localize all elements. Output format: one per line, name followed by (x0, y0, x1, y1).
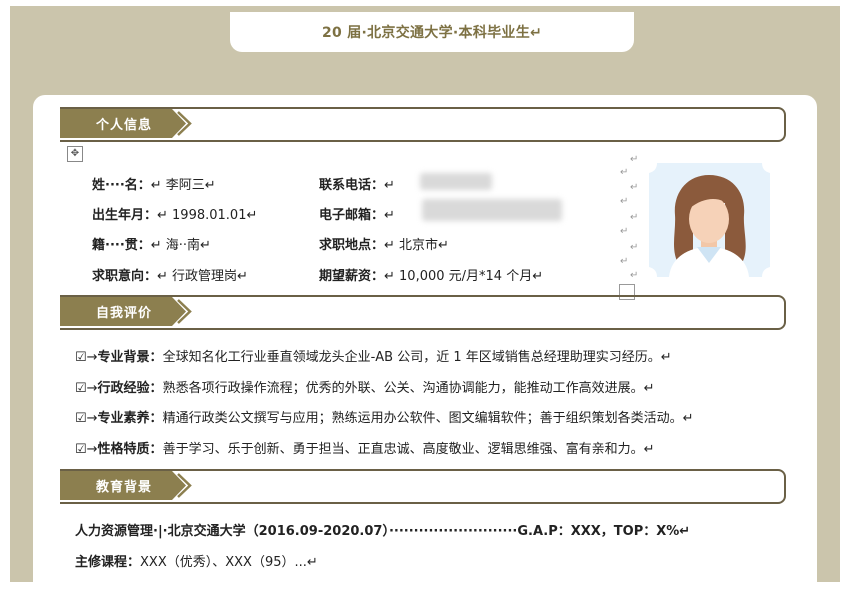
self-eval-label: 行政经验： (97, 381, 163, 396)
checkbox-arrow-icon: ☑→ (75, 350, 98, 365)
section-title-self-eval: 自我评价 (96, 306, 153, 321)
redacted-email (422, 199, 562, 221)
native-value: ↵ 海··南↵ (150, 238, 211, 253)
info-salary: 期望薪资：↵ 10,000 元/月*14 个月↵ (319, 265, 543, 284)
self-eval-label: 专业背景： (97, 350, 163, 365)
self-eval-label: 性格特质： (97, 442, 163, 457)
self-eval-label: 专业素养： (97, 411, 163, 426)
self-eval-text: 熟悉各项行政操作流程；优秀的外联、公关、沟通协调能力，能推动工作高效进展。↵ (162, 381, 655, 396)
self-eval-text: 精通行政类公文撰写与应用；熟练运用办公软件、图文编辑软件；善于组织策划各类活动。… (162, 411, 694, 426)
avatar-photo[interactable] (649, 163, 770, 277)
header-banner: 20 届·北京交通大学·本科毕业生↵ (230, 12, 634, 52)
section-personal-info: 个人信息 (60, 107, 788, 145)
paragraph-mark: ↵ (630, 154, 639, 165)
intent-value: ↵ 行政管理岗↵ (157, 269, 248, 284)
section-education: 教育背景 (60, 469, 788, 507)
birth-value: ↵ 1998.01.01↵ (157, 208, 258, 223)
paragraph-mark: ↵ (620, 226, 629, 237)
education-line: 人力资源管理·|·北京交通大学（2016.09-2020.07）········… (75, 524, 691, 539)
self-eval-text: 全球知名化工行业垂直领域龙头企业-AB 公司，近 1 年区域销售总经理助理实习经… (162, 350, 672, 365)
checkbox-arrow-icon: ☑→ (75, 442, 98, 457)
checkbox-arrow-icon: ☑→ (75, 411, 98, 426)
email-value: ↵ (384, 208, 395, 223)
courses-text: XXX（优秀）、XXX（95）...↵ (140, 555, 318, 570)
birth-label: 出生年月： (92, 208, 158, 223)
self-eval-item: ☑→专业素养：精通行政类公文撰写与应用；熟练运用办公软件、图文编辑软件；善于组织… (75, 407, 693, 426)
name-value: ↵ 李阿三↵ (150, 178, 216, 193)
page-title: 20 届·北京交通大学·本科毕业生↵ (321, 25, 543, 41)
courses-line: 主修课程：XXX（优秀）、XXX（95）...↵ (75, 551, 318, 570)
info-intent: 求职意向：↵ 行政管理岗↵ (92, 265, 248, 284)
checkbox-arrow-icon: ☑→ (75, 381, 98, 396)
paragraph-mark: ↵ (620, 196, 629, 207)
paragraph-mark: ↵ (630, 212, 639, 223)
phone-label: 联系电话： (319, 178, 385, 193)
avatar-icon (649, 163, 770, 277)
paragraph-mark: ↵ (630, 182, 639, 193)
move-anchor-icon[interactable]: ✥ (67, 146, 83, 162)
phone-value: ↵ (384, 178, 395, 193)
self-eval-item: ☑→行政经验：熟悉各项行政操作流程；优秀的外联、公关、沟通协调能力，能推动工作高… (75, 377, 654, 396)
info-name: 姓····名：↵ 李阿三↵ (92, 174, 216, 193)
redacted-phone (420, 173, 492, 190)
section-tab: 个人信息 (60, 109, 200, 138)
section-title-education: 教育背景 (96, 480, 153, 495)
paragraph-mark: ↵ (630, 242, 639, 253)
section-self-eval: 自我评价 (60, 295, 788, 333)
intent-label: 求职意向： (92, 269, 158, 284)
paragraph-mark: ↵ (620, 256, 629, 267)
section-tab: 自我评价 (60, 297, 200, 326)
location-value: ↵ 北京市↵ (384, 238, 449, 253)
info-location: 求职地点：↵ 北京市↵ (319, 234, 449, 253)
section-title-personal: 个人信息 (96, 118, 153, 133)
location-label: 求职地点： (319, 238, 385, 253)
email-label: 电子邮箱： (319, 208, 385, 223)
native-label: 籍····贯： (92, 238, 151, 253)
name-label: 姓····名： (92, 178, 151, 193)
salary-value: ↵ 10,000 元/月*14 个月↵ (384, 269, 544, 284)
info-birth: 出生年月：↵ 1998.01.01↵ (92, 204, 257, 223)
salary-label: 期望薪资： (319, 269, 385, 284)
info-phone: 联系电话：↵ (319, 174, 395, 193)
courses-label: 主修课程： (75, 555, 141, 570)
info-email: 电子邮箱：↵ (319, 204, 395, 223)
info-native: 籍····贯：↵ 海··南↵ (92, 234, 211, 253)
section-tab: 教育背景 (60, 471, 200, 500)
paragraph-mark: ↵ (630, 270, 639, 281)
self-eval-item: ☑→专业背景：全球知名化工行业垂直领域龙头企业-AB 公司，近 1 年区域销售总… (75, 346, 672, 365)
self-eval-text: 善于学习、乐于创新、勇于担当、正直忠诚、高度敬业、逻辑思维强、富有亲和力。↵ (162, 442, 655, 457)
paragraph-mark: ↵ (620, 167, 629, 178)
self-eval-item: ☑→性格特质：善于学习、乐于创新、勇于担当、正直忠诚、高度敬业、逻辑思维强、富有… (75, 438, 654, 457)
